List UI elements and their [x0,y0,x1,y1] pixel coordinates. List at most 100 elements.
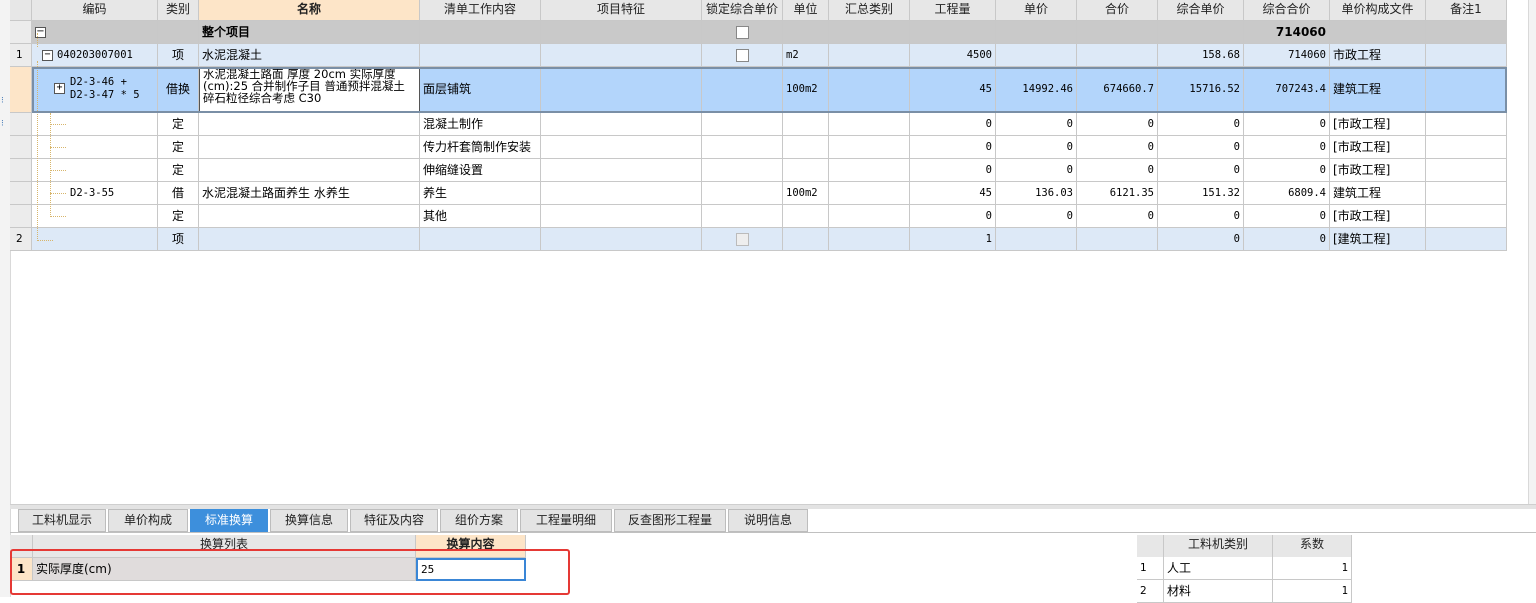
qty-cell[interactable]: 0 [910,159,996,182]
gutter-marker-icon: ⁝ [1,96,4,106]
col-header-total[interactable]: 合价 [1077,0,1158,21]
labor-row[interactable]: 1 人工 1 [1137,557,1352,580]
tab-unit-price-composition[interactable]: 单价构成 [108,509,188,532]
col-header-name[interactable]: 名称 [199,0,420,21]
comp-unit-cell: 15716.52 [1158,67,1244,113]
price-cell: 14992.46 [996,67,1077,113]
tree-connector [50,216,66,217]
vertical-scrollbar[interactable] [1528,0,1536,504]
comp-unit-cell: 0 [1158,113,1244,136]
col-header-type[interactable]: 类别 [158,0,199,21]
file-cell: [市政工程] [1330,159,1426,182]
col-header-remark[interactable]: 备注1 [1426,0,1507,21]
col-header-price[interactable]: 单价 [996,0,1077,21]
col-header-code[interactable]: 编码 [32,0,158,21]
col-header-comp-total[interactable]: 综合合价 [1244,0,1330,21]
tab-graphic-quantity[interactable]: 反查图形工程量 [614,509,726,532]
col-header-lock[interactable]: 锁定综合单价 [702,0,783,21]
name-cell: 水泥混凝土路面养生 水养生 [199,182,420,205]
item-row[interactable]: 1 −040203007001 项 水泥混凝土 m2 4500 158.68 7… [10,44,1507,67]
tree-connector [50,113,51,217]
tree-connector [50,124,66,125]
col-header-list[interactable]: 换算列表 [33,535,416,558]
col-header-work[interactable]: 清单工作内容 [420,0,541,21]
tab-description[interactable]: 说明信息 [728,509,808,532]
tab-standard-conversion[interactable]: 标准换算 [190,509,268,532]
col-header-labor-type[interactable]: 工料机类别 [1164,535,1273,558]
work-cell: 传力杆套筒制作安装 [420,136,541,159]
comp-unit-cell: 0 [1158,159,1244,182]
name-cell [199,205,420,228]
total-cell: 0 [1077,136,1158,159]
price-cell: 0 [996,113,1077,136]
qty-cell[interactable]: 0 [910,113,996,136]
sub-row[interactable]: D2-3-55 借 水泥混凝土路面养生 水养生 养生 100m2 45 136.… [10,182,1507,205]
comp-unit-cell: 158.68 [1158,44,1244,67]
file-cell: 市政工程 [1330,44,1426,67]
qty-cell[interactable]: 0 [910,136,996,159]
qty-cell[interactable]: 45 [910,182,996,205]
code-text: 040203007001 [57,49,133,61]
col-header-comp-unit[interactable]: 综合单价 [1158,0,1244,21]
tab-quantity-detail[interactable]: 工程量明细 [520,509,612,532]
sub-row[interactable]: 定 传力杆套筒制作安装 0 0 0 0 0 [市政工程] [10,136,1507,159]
col-header-file[interactable]: 单价构成文件 [1330,0,1426,21]
col-header-rownum [1137,535,1164,558]
qty-cell[interactable]: 1 [910,228,996,251]
lock-checkbox[interactable] [735,26,749,39]
unit-cell: 100m2 [783,67,829,113]
lock-checkbox[interactable] [735,233,749,246]
type-cell: 定 [158,205,199,228]
coefficient-cell[interactable]: 1 [1273,580,1352,603]
col-header-unit[interactable]: 单位 [783,0,829,21]
qty-cell[interactable]: 0 [910,205,996,228]
work-cell: 其他 [420,205,541,228]
code-line: D2-3-46 + [70,76,127,88]
tree-connector [50,147,66,148]
work-cell: 面层铺筑 [420,67,541,113]
selected-quota-row[interactable]: + D2-3-46 + D2-3-47 * 5 借换 水泥混凝土路面 厚度 20… [10,67,1507,113]
sub-row[interactable]: 定 混凝土制作 0 0 0 0 0 [市政工程] [10,113,1507,136]
tree-connector [50,170,66,171]
tab-labor-machine[interactable]: 工料机显示 [18,509,106,532]
thickness-value-input[interactable]: 25 [416,558,526,581]
col-header-rownum [10,535,33,558]
qty-cell[interactable]: 45 [910,67,996,113]
lock-cell [702,44,783,67]
item-row[interactable]: 2 项 1 0 0 [建筑工程] [10,228,1507,251]
sub-row[interactable]: 定 伸缩缝设置 0 0 0 0 0 [市政工程] [10,159,1507,182]
lock-checkbox[interactable] [735,49,749,62]
col-header-summary[interactable]: 汇总类别 [829,0,910,21]
tab-pricing-scheme[interactable]: 组价方案 [440,509,518,532]
col-header-qty[interactable]: 工程量 [910,0,996,21]
col-header-rownum[interactable] [10,0,32,21]
labor-row[interactable]: 2 材料 1 [1137,580,1352,603]
total-row[interactable]: − 整个项目 714060 [10,21,1507,44]
price-cell: 136.03 [996,182,1077,205]
qty-cell[interactable]: 4500 [910,44,996,67]
file-cell: [市政工程] [1330,113,1426,136]
col-header-content[interactable]: 换算内容 [416,535,526,558]
tab-conversion-info[interactable]: 换算信息 [270,509,348,532]
type-cell: 定 [158,113,199,136]
sub-row[interactable]: 定 其他 0 0 0 0 0 [市政工程] [10,205,1507,228]
unit-cell [783,113,829,136]
col-header-feature[interactable]: 项目特征 [541,0,702,21]
unit-cell [783,136,829,159]
tab-features-content[interactable]: 特征及内容 [350,509,438,532]
work-cell: 混凝土制作 [420,113,541,136]
gutter-marker-icon: ⁝ [1,119,4,129]
coefficient-cell[interactable]: 1 [1273,557,1352,580]
collapse-icon[interactable]: − [42,49,53,61]
file-cell: 建筑工程 [1330,67,1426,113]
tree-connector [37,240,53,241]
expand-icon[interactable]: + [54,83,65,94]
comp-total-cell: 0 [1244,205,1330,228]
row-number: 1 [1137,557,1164,580]
col-header-coefficient[interactable]: 系数 [1273,535,1352,558]
labor-header: 工料机类别 系数 [1137,535,1352,558]
comp-unit-cell: 0 [1158,136,1244,159]
code-cell: + D2-3-46 + D2-3-47 * 5 [32,67,158,113]
name-cell-editing[interactable]: 水泥混凝土路面 厚度 20cm 实际厚度(cm):25 合并制作子目 普通预拌混… [199,67,420,113]
labor-type-cell: 人工 [1164,557,1273,580]
